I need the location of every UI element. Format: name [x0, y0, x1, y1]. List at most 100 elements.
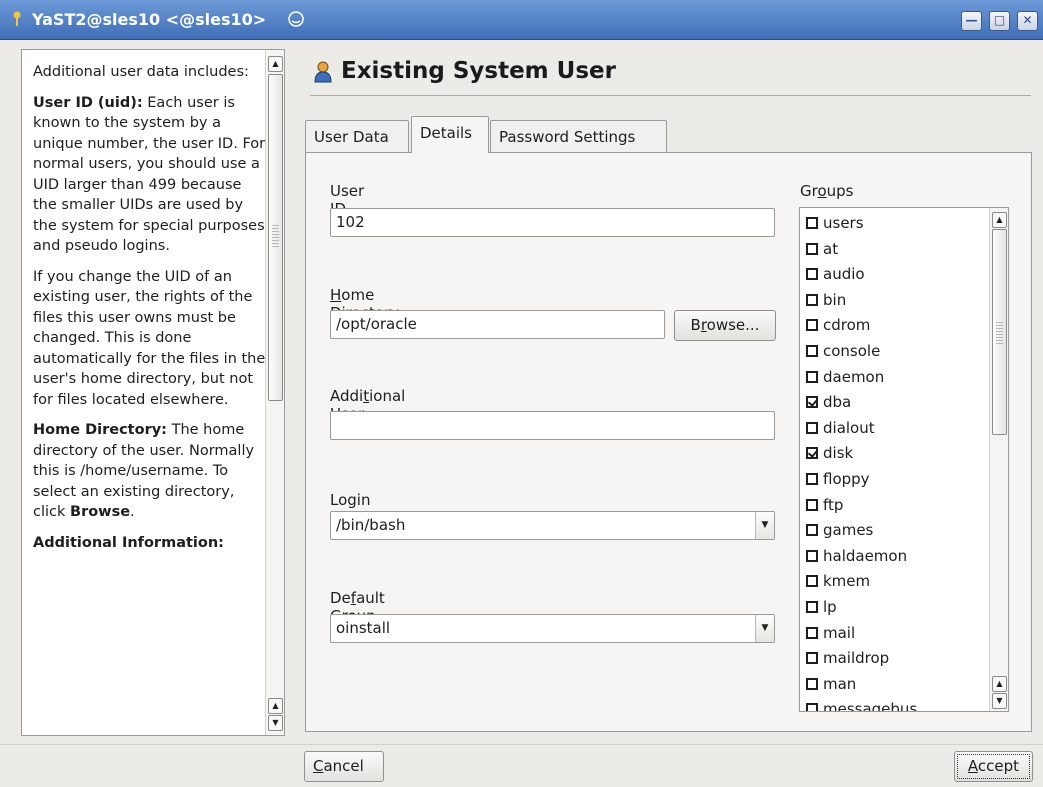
- dropdown-arrow-icon[interactable]: ▼: [755, 512, 774, 539]
- maximize-button[interactable]: □: [989, 11, 1010, 31]
- checkbox-icon[interactable]: [806, 549, 818, 562]
- scroll-up-button[interactable]: ▲: [268, 56, 283, 72]
- checkbox-icon[interactable]: [806, 652, 818, 665]
- group-item[interactable]: man: [806, 671, 856, 697]
- group-item-label: mail: [823, 623, 856, 642]
- arrow-up-icon: ▲: [272, 701, 279, 710]
- scroll-up-button[interactable]: ▲: [992, 212, 1007, 228]
- group-item[interactable]: floppy: [806, 466, 870, 492]
- sticky-icon[interactable]: [287, 10, 305, 28]
- group-item[interactable]: dba: [806, 389, 851, 415]
- close-button[interactable]: ✕: [1017, 11, 1038, 31]
- checkbox-checked-icon[interactable]: [806, 396, 818, 409]
- user-icon: [314, 61, 332, 83]
- arrow-up-icon: ▲: [996, 679, 1003, 688]
- group-item-label: man: [823, 674, 857, 693]
- group-item[interactable]: at: [806, 236, 838, 262]
- help-paragraph: Additional user data includes:: [33, 64, 249, 80]
- groups-list[interactable]: users at audio bin cdrom console daemon dba dial…: [799, 207, 1009, 712]
- arrow-down-icon: ▼: [996, 696, 1003, 705]
- group-item[interactable]: maildrop: [806, 645, 889, 671]
- group-item[interactable]: users: [806, 210, 864, 236]
- group-item-label: dba: [823, 393, 852, 412]
- default-group-combo[interactable]: oinstall ▼: [330, 614, 775, 643]
- checkbox-icon[interactable]: [806, 524, 818, 537]
- checkbox-icon[interactable]: [806, 575, 818, 588]
- checkbox-icon[interactable]: [806, 498, 818, 511]
- groups-label: Groups: [800, 182, 854, 200]
- group-item[interactable]: ftp: [806, 492, 843, 518]
- group-item[interactable]: bin: [806, 287, 846, 313]
- login-shell-combo[interactable]: /bin/bash ▼: [330, 511, 775, 540]
- arrow-up-icon: ▲: [996, 215, 1003, 224]
- group-item[interactable]: lp: [806, 594, 837, 620]
- group-item[interactable]: cdrom: [806, 312, 870, 338]
- checkbox-icon[interactable]: [806, 421, 818, 434]
- additional-info-input[interactable]: [330, 411, 775, 440]
- help-pane[interactable]: Additional user data includes: User ID (…: [21, 49, 285, 736]
- group-item[interactable]: daemon: [806, 364, 884, 390]
- help-scroll-thumb[interactable]: [268, 74, 283, 401]
- checkbox-icon[interactable]: [806, 217, 818, 229]
- scroll-down-button[interactable]: ▼: [268, 715, 283, 731]
- checkbox-icon[interactable]: [806, 293, 818, 306]
- group-item-label: cdrom: [823, 316, 871, 335]
- group-item[interactable]: kmem: [806, 568, 870, 594]
- grip-icon: [272, 225, 279, 247]
- group-item-label: bin: [823, 290, 847, 309]
- checkbox-icon[interactable]: [806, 268, 818, 281]
- window-title: YaST2@sles10 <@sles10>: [32, 10, 267, 29]
- group-item-label: haldaemon: [823, 546, 908, 565]
- group-item[interactable]: disk: [806, 440, 853, 466]
- group-item[interactable]: mail: [806, 620, 855, 646]
- groups-scrollbar[interactable]: ▲ ▲ ▼: [989, 208, 1008, 711]
- footer-divider: [0, 744, 1043, 745]
- group-item[interactable]: haldaemon: [806, 543, 907, 569]
- group-item-label: at: [823, 239, 839, 258]
- checkbox-checked-icon[interactable]: [806, 447, 818, 460]
- group-item-label: lp: [823, 598, 837, 616]
- checkbox-icon[interactable]: [806, 626, 818, 639]
- help-paragraph: User ID (uid): Each user is known to the…: [33, 94, 266, 255]
- scroll-up-button[interactable]: ▲: [992, 676, 1007, 692]
- uid-input[interactable]: 102: [330, 208, 775, 237]
- arrow-up-icon: ▲: [272, 59, 279, 68]
- checkbox-icon[interactable]: [806, 319, 818, 332]
- group-item-label: dialout: [823, 418, 875, 437]
- default-group-value: oinstall: [336, 619, 391, 637]
- home-directory-input[interactable]: /opt/oracle: [330, 310, 665, 339]
- login-shell-value: /bin/bash: [336, 516, 406, 534]
- minimize-icon: —: [965, 13, 978, 27]
- title-bar[interactable]: YaST2@sles10 <@sles10> — □ ✕: [0, 0, 1043, 40]
- groups-scroll-thumb[interactable]: [992, 229, 1007, 435]
- checkbox-icon[interactable]: [806, 677, 818, 690]
- browse-button[interactable]: Browse...: [674, 310, 776, 341]
- tab-details[interactable]: Details: [411, 116, 489, 153]
- group-item[interactable]: audio: [806, 261, 865, 287]
- checkbox-icon[interactable]: [806, 345, 818, 357]
- checkbox-icon[interactable]: [806, 370, 818, 383]
- group-item-label: games: [823, 521, 874, 540]
- accept-button[interactable]: Accept: [954, 751, 1033, 782]
- page-title: Existing System User: [341, 58, 616, 84]
- scroll-down-button[interactable]: ▼: [992, 693, 1007, 709]
- group-item[interactable]: console: [806, 338, 880, 364]
- tab-user-data[interactable]: User Data: [305, 120, 409, 153]
- group-item[interactable]: games: [806, 517, 873, 543]
- maximize-icon: □: [993, 13, 1006, 27]
- group-item[interactable]: messagebus: [806, 696, 917, 711]
- minimize-button[interactable]: —: [961, 11, 982, 31]
- cancel-button[interactable]: Cancel: [304, 751, 384, 782]
- arrow-down-icon: ▼: [272, 718, 279, 727]
- checkbox-icon[interactable]: [806, 703, 818, 711]
- tab-password-settings[interactable]: Password Settings: [490, 120, 667, 153]
- dropdown-arrow-icon[interactable]: ▼: [755, 615, 774, 642]
- help-text: Additional user data includes: User ID (…: [33, 62, 267, 563]
- grip-icon: [996, 322, 1003, 344]
- checkbox-icon[interactable]: [806, 242, 818, 255]
- checkbox-icon[interactable]: [806, 601, 818, 613]
- group-item[interactable]: dialout: [806, 415, 875, 441]
- scroll-up-button[interactable]: ▲: [268, 698, 283, 714]
- checkbox-icon[interactable]: [806, 473, 818, 485]
- help-scrollbar[interactable]: ▲ ▲ ▼: [265, 50, 284, 735]
